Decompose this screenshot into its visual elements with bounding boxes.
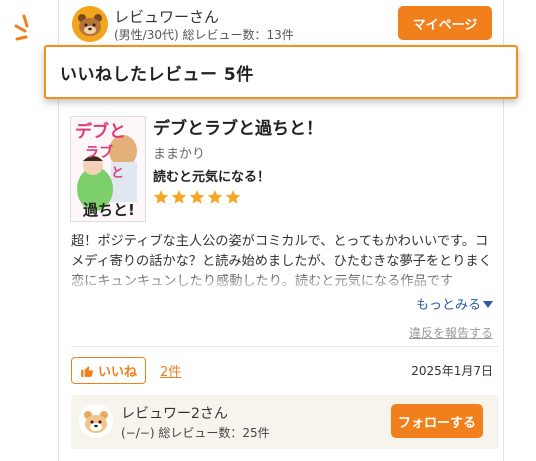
like-button[interactable]: いいね [71,357,146,384]
review-fade-overlay [71,270,499,292]
star-icon [153,190,169,204]
book-cover[interactable]: デブと ラブ と 過ちと! [70,116,146,222]
svg-text:ラブ: ラブ [85,144,113,161]
current-user-meta: (男性/30代) 総レビュー数：13件 [114,28,294,42]
svg-text:過ちと!: 過ちと! [82,201,135,219]
book-author[interactable]: ままかり [153,143,205,162]
mypage-button[interactable]: マイページ [398,6,492,40]
star-icon [225,190,241,204]
review-headline: 読むと元気になる！ [153,170,271,185]
star-icon [189,190,205,204]
current-user-name[interactable]: レビュワーさん [114,6,219,27]
star-icon [171,190,187,204]
follow-button[interactable]: フォローする [391,404,483,438]
report-violation-link[interactable]: 違反を報告する [409,324,493,341]
user-avatar-icon [72,6,108,42]
liked-reviews-banner: いいねしたレビュー 5件 [44,45,518,99]
like-count-link[interactable]: 2件 [160,361,181,380]
book-title[interactable]: デブとラブと過ちと！ [153,114,323,139]
reviewer-name[interactable]: レビュワー2さん [121,403,228,423]
triangle-down-icon [483,300,493,308]
liked-reviews-title: いいねしたレビュー 5件 [60,64,254,85]
rating-stars [153,189,241,211]
star-icon [207,190,223,204]
reviewer-avatar-icon [79,404,113,438]
review-date: 2025年1月7日 [411,364,493,378]
svg-text:デブと: デブと [75,121,126,142]
divider [71,346,499,347]
current-user-row: レビュワーさん (男性/30代) 総レビュー数：13件 マイページ [72,6,492,44]
reviewer-box: レビュワー2さん (−/−) 総レビュー数：25件 フォローする [71,395,499,449]
show-more-link[interactable]: もっとみる [416,294,493,313]
like-label: いいね [97,365,137,380]
show-more-label: もっとみる [415,298,481,313]
spark-decoration-icon [14,14,29,41]
thumbs-up-icon [81,365,94,377]
reviewer-meta: (−/−) 総レビュー数：25件 [121,426,270,440]
svg-text:と: と [111,166,124,181]
